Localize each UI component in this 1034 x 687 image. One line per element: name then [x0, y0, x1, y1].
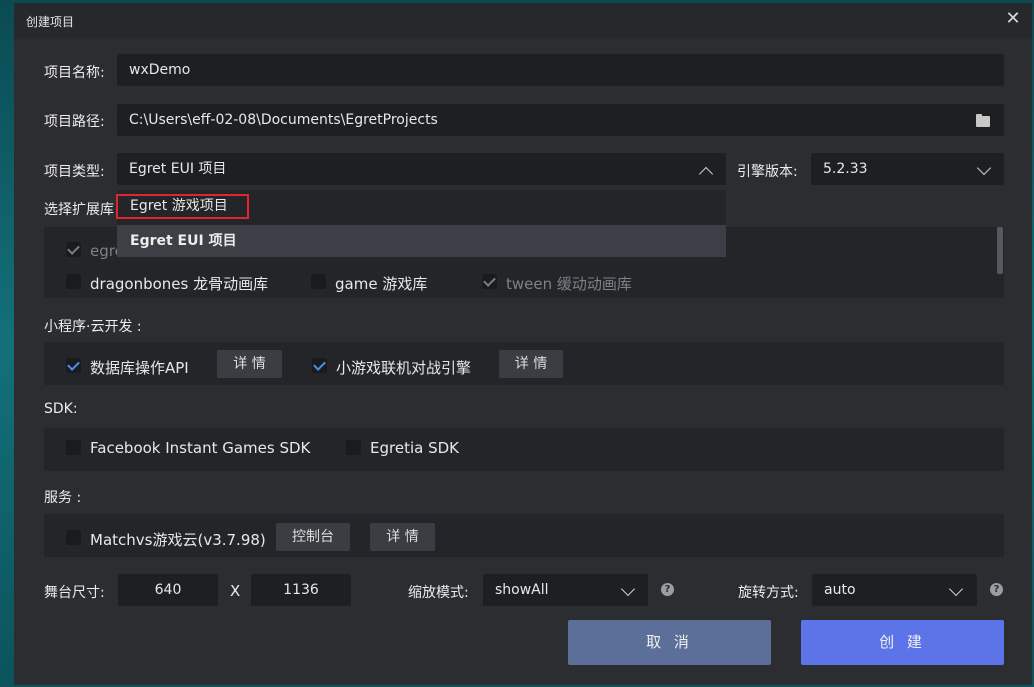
extensions-label: 选择扩展库 [44, 202, 114, 218]
services-label: 服务 : [44, 490, 82, 506]
cloud-database-checkbox[interactable] [66, 358, 81, 373]
close-icon[interactable]: ✕ [1004, 10, 1022, 28]
extension-game-label: game 游戏库 [335, 275, 428, 293]
project-type-label: 项目类型: [44, 164, 105, 180]
window-title: 创建项目 [26, 15, 75, 29]
highlight-box [116, 194, 249, 219]
services-matchvs-checkbox[interactable] [66, 530, 81, 545]
stage-size-label: 舞台尺寸: [44, 585, 105, 601]
cloud-database-detail-button[interactable]: 详 情 [217, 350, 282, 378]
extension-tween-checkbox[interactable] [482, 274, 497, 289]
sdk-label: SDK: [44, 401, 78, 417]
services-matchvs-label: Matchvs游戏云(v3.7.98) [90, 531, 266, 549]
title-bar: 创建项目 ✕ [14, 3, 1032, 38]
project-name-label: 项目名称: [44, 65, 105, 81]
dropdown-option-eui[interactable]: Egret EUI 项目 [117, 225, 726, 257]
extension-dragonbones-checkbox[interactable] [66, 274, 81, 289]
extension-game-checkbox[interactable] [311, 274, 326, 289]
extension-tween-label: tween 缓动动画库 [506, 275, 632, 293]
cloud-battle-checkbox[interactable] [312, 358, 327, 373]
sdk-egretia-label: Egretia SDK [370, 439, 459, 457]
sdk-facebook-label: Facebook Instant Games SDK [90, 439, 311, 457]
cloud-label: 小程序·云开发 : [44, 319, 142, 335]
cloud-battle-detail-button[interactable]: 详 情 [499, 350, 563, 378]
stage-width-input[interactable]: 640 [118, 574, 218, 606]
extensions-scrollbar[interactable] [997, 227, 1003, 274]
sdk-egretia-checkbox[interactable] [346, 440, 361, 455]
create-project-dialog: 创建项目 ✕ 项目名称: wxDemo 项目路径: C:\Users\eff-0… [14, 3, 1032, 685]
services-detail-button[interactable]: 详 情 [370, 523, 435, 551]
engine-version-label: 引擎版本: [737, 164, 798, 180]
stage-height-input[interactable]: 1136 [251, 574, 351, 606]
engine-version-select[interactable]: 5.2.33 [811, 153, 1004, 185]
services-console-button[interactable]: 控制台 [276, 523, 350, 551]
project-name-input[interactable]: wxDemo [117, 54, 1004, 86]
rotation-help-icon[interactable]: ? [990, 583, 1003, 596]
cancel-button[interactable]: 取 消 [568, 620, 771, 665]
extension-egret-checkbox[interactable] [66, 242, 81, 257]
cloud-battle-label: 小游戏联机对战引擎 [336, 359, 472, 377]
project-path-label: 项目路径: [44, 114, 105, 130]
folder-icon[interactable] [976, 114, 990, 127]
extension-dragonbones-label: dragonbones 龙骨动画库 [90, 275, 269, 293]
stage-size-separator: X [230, 582, 241, 600]
project-type-select[interactable]: Egret EUI 项目 [117, 153, 726, 185]
scale-mode-help-icon[interactable]: ? [661, 583, 674, 596]
rotation-label: 旋转方式: [738, 585, 799, 601]
create-button[interactable]: 创 建 [801, 620, 1004, 665]
project-path-input[interactable]: C:\Users\eff-02-08\Documents\EgretProjec… [117, 104, 1004, 136]
scale-mode-label: 缩放模式: [408, 585, 469, 601]
sdk-facebook-checkbox[interactable] [66, 440, 81, 455]
cloud-database-label: 数据库操作API [90, 359, 189, 377]
